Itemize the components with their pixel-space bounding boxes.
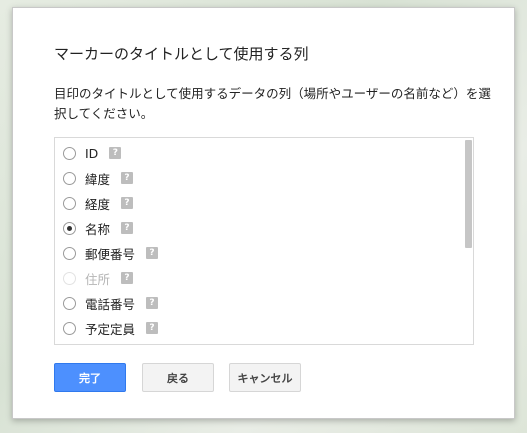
column-option-name[interactable]: 名称 ? xyxy=(63,218,134,238)
help-icon[interactable]: ? xyxy=(109,147,122,159)
help-icon[interactable]: ? xyxy=(121,272,134,284)
select-title-column-dialog: マーカーのタイトルとして使用する列 目印のタイトルとして使用するデータの列（場所… xyxy=(12,7,515,419)
column-label: 郵便番号 xyxy=(85,246,136,262)
column-label: 経度 xyxy=(85,196,111,212)
help-icon[interactable]: ? xyxy=(121,222,134,234)
help-icon[interactable]: ? xyxy=(146,297,159,309)
column-label: ID xyxy=(85,145,99,161)
radio-button[interactable] xyxy=(63,321,76,335)
radio-button[interactable] xyxy=(63,296,76,310)
column-option-longitude[interactable]: 経度 ? xyxy=(63,193,134,213)
column-label: 名称 xyxy=(85,221,111,237)
list-scrollbar[interactable] xyxy=(463,138,473,344)
column-option-id[interactable]: ID ? xyxy=(63,143,122,163)
radio-button[interactable] xyxy=(63,196,76,210)
radio-button[interactable] xyxy=(63,146,76,160)
column-option-capacity[interactable]: 予定定員 ? xyxy=(63,318,159,338)
radio-button[interactable] xyxy=(63,246,76,260)
dialog-title: マーカーのタイトルとして使用する列 xyxy=(54,45,309,63)
dialog-description: 目印のタイトルとして使用するデータの列（場所やユーザーの名前など）を選択してくだ… xyxy=(54,86,491,121)
column-label: 予定定員 xyxy=(85,321,136,337)
scrollbar-thumb[interactable] xyxy=(465,140,472,248)
column-label: 住所 xyxy=(85,271,111,287)
done-button[interactable]: 完了 xyxy=(54,363,126,392)
radio-button-selected[interactable] xyxy=(63,221,76,235)
column-label: 電話番号 xyxy=(85,296,136,312)
column-list[interactable]: ID ? 緯度 ? 経度 ? 名称 ? 郵便番号 ? 住所 ? 電話番号 ? 予… xyxy=(54,137,474,345)
cancel-button[interactable]: キャンセル xyxy=(229,363,301,392)
help-icon[interactable]: ? xyxy=(146,247,159,259)
radio-button[interactable] xyxy=(63,171,76,185)
back-button[interactable]: 戻る xyxy=(142,363,214,392)
column-label: 緯度 xyxy=(85,171,111,187)
help-icon[interactable]: ? xyxy=(146,322,159,334)
column-option-address: 住所 ? xyxy=(63,268,134,288)
radio-button-disabled xyxy=(63,271,76,285)
column-option-postal-code[interactable]: 郵便番号 ? xyxy=(63,243,159,263)
column-option-phone[interactable]: 電話番号 ? xyxy=(63,293,159,313)
column-option-latitude[interactable]: 緯度 ? xyxy=(63,168,134,188)
help-icon[interactable]: ? xyxy=(121,172,134,184)
help-icon[interactable]: ? xyxy=(121,197,134,209)
